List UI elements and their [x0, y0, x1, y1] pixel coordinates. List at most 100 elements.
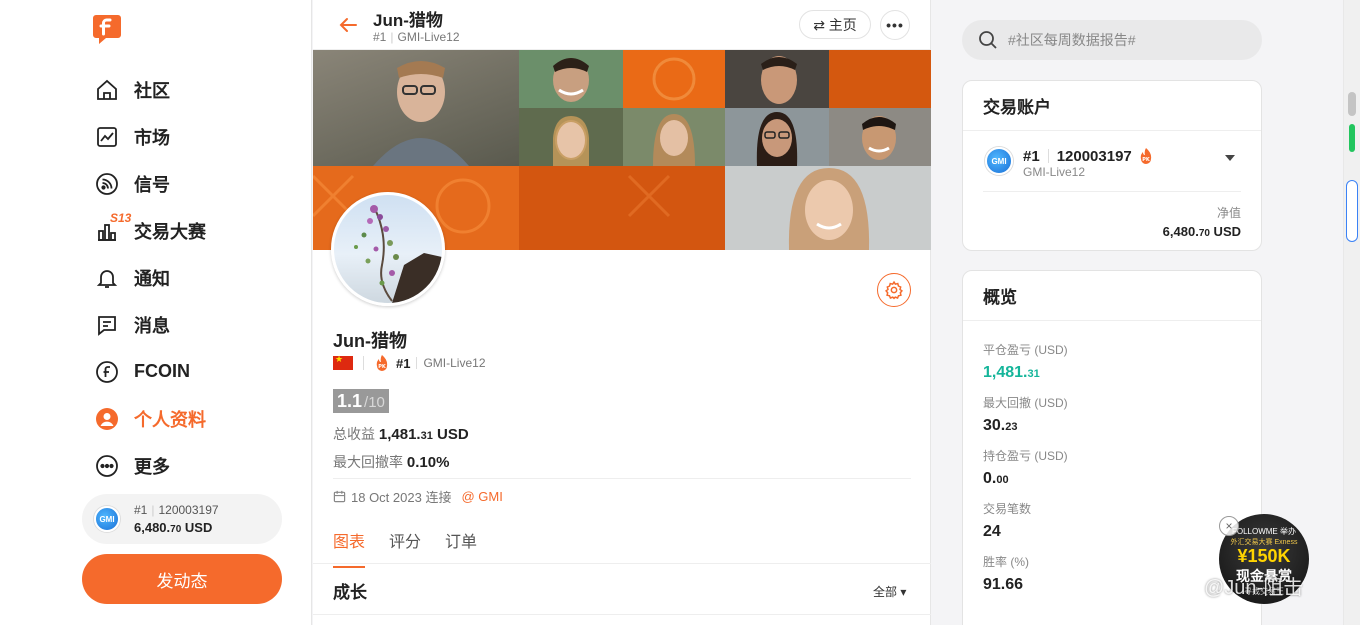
left-sidebar: 社区 市场 信号 S13 交易大赛 通知 消息 FCOIN 个人资料 更多 GM… [0, 0, 312, 625]
page-scrollbar[interactable] [1343, 0, 1360, 625]
gear-icon [885, 280, 903, 300]
account-switcher[interactable]: GMI #1 | 120003197 6,480.70 USD [82, 494, 282, 544]
search-input[interactable] [1008, 32, 1248, 48]
value-decimals: 00 [996, 474, 1009, 486]
account-rank: #1 [134, 503, 148, 517]
broker-logo-icon: GMI [94, 506, 120, 532]
sidebar-item-profile[interactable]: 个人资料 [94, 395, 206, 442]
max-drawdown-label: 最大回撤率 [333, 454, 403, 470]
banner-pattern [519, 166, 725, 250]
sidebar-item-more[interactable]: 更多 [94, 442, 206, 489]
fxchat-logo-icon[interactable] [92, 13, 122, 45]
profile-settings-button[interactable] [877, 273, 911, 307]
profile-username: Jun-猎物 [333, 331, 407, 351]
trade-account-id: 120003197 [1056, 147, 1132, 165]
sidebar-item-label: 市场 [134, 127, 170, 148]
search-icon [979, 31, 997, 49]
joined-date: 18 Oct 2023 连接 [351, 490, 452, 505]
value-main: 24 [983, 523, 1001, 540]
growth-filter-dropdown[interactable]: 全部 ▾ [873, 583, 906, 600]
home-button[interactable]: ⇄ 主页 [799, 10, 871, 39]
sidebar-item-fcoin[interactable]: FCOIN [94, 348, 206, 395]
overview-label: 最大回撤 (USD) [983, 396, 1068, 410]
search-bar[interactable] [962, 20, 1262, 60]
more-icon [94, 453, 120, 479]
user-icon [94, 406, 120, 432]
tab-rating[interactable]: 评分 [389, 528, 421, 568]
scrollbar-thumb[interactable] [1348, 92, 1356, 116]
separator [416, 357, 418, 369]
trade-account-row[interactable]: GMI #1 120003197 PK GMI-Live12 [963, 131, 1261, 191]
value-main: 1,481. [983, 364, 1028, 381]
sidebar-item-signals[interactable]: 信号 [94, 160, 206, 207]
total-profit-stat: 总收益 1,481.31 USD [333, 424, 469, 444]
svg-text:PK: PK [1142, 157, 1151, 163]
pk-flame-icon: PK [374, 354, 390, 372]
growth-section-title: 成长 [333, 583, 367, 602]
more-options-button[interactable]: ••• [880, 10, 910, 40]
scroll-marker [1346, 180, 1358, 242]
tab-chart[interactable]: 图表 [333, 528, 366, 568]
banner-photo [519, 50, 623, 108]
account-id: 120003197 [158, 503, 219, 517]
trade-account-title: 交易账户 [963, 81, 1261, 131]
svg-text:PK: PK [378, 364, 387, 370]
calendar-icon [333, 490, 346, 503]
chart-icon [94, 124, 120, 150]
banner-pattern [623, 50, 725, 108]
account-balance: 6,480.70 USD [134, 520, 219, 535]
sidebar-item-contest[interactable]: S13 交易大赛 [94, 207, 206, 254]
total-profit-main: 1,481. [378, 426, 421, 443]
max-drawdown-stat: 最大回撤率 0.10% [333, 452, 449, 472]
sidebar-item-label: 消息 [134, 315, 170, 336]
overview-value: 0.00 [983, 470, 1261, 488]
divider [333, 478, 911, 479]
max-drawdown-value: 0.10% [406, 454, 450, 471]
profile-avatar[interactable] [331, 192, 445, 306]
tab-orders[interactable]: 订单 [445, 528, 477, 568]
separator: | [151, 503, 155, 517]
divider [983, 191, 1241, 192]
divider [313, 563, 931, 564]
sidebar-item-community[interactable]: 社区 [94, 66, 206, 113]
sidebar-nav: 社区 市场 信号 S13 交易大赛 通知 消息 FCOIN 个人资料 更多 [94, 66, 206, 489]
overview-open-pnl: 持仓盈亏 (USD) 0.00 [963, 447, 1261, 488]
profile-tabs: 图表 评分 订单 [333, 528, 501, 568]
value-decimals: 23 [1005, 421, 1018, 433]
banner-photo [313, 50, 519, 166]
profile-rank: #1 [396, 355, 411, 371]
trade-account-server: GMI-Live12 [1023, 165, 1086, 179]
score-max: /10 [364, 394, 385, 411]
divider [313, 614, 931, 615]
sidebar-item-notifications[interactable]: 通知 [94, 254, 206, 301]
app-root: 社区 市场 信号 S13 交易大赛 通知 消息 FCOIN 个人资料 更多 GM… [0, 0, 1360, 625]
broker-logo-icon: GMI [985, 147, 1013, 175]
close-icon[interactable]: × [1219, 516, 1239, 536]
sidebar-item-market[interactable]: 市场 [94, 113, 206, 160]
header-server: GMI-Live12 [397, 30, 460, 44]
sidebar-item-label: 信号 [134, 174, 170, 195]
net-value: 6,480.70 USD [963, 224, 1261, 239]
trade-account-rank: #1 [1023, 147, 1040, 165]
banner-photo [725, 50, 829, 108]
broker-link[interactable]: @ GMI [461, 489, 502, 504]
trade-account-id-line: #1 120003197 PK [1023, 147, 1154, 165]
page-subtitle: #1 | GMI-Live12 [373, 30, 460, 44]
overview-label: 平仓盈亏 (USD) [983, 343, 1068, 357]
profile-header-bar: Jun-猎物 #1 | GMI-Live12 ⇄ 主页 ••• [313, 0, 930, 50]
sidebar-item-messages[interactable]: 消息 [94, 301, 206, 348]
net-value-label: 净值 [1216, 206, 1241, 220]
chevron-down-icon[interactable] [1225, 155, 1235, 161]
overview-closed-pnl: 平仓盈亏 (USD) 1,481.31 [963, 341, 1261, 382]
trader-score: 1.1/10 [333, 389, 389, 413]
rss-icon [94, 171, 120, 197]
page-title: Jun-猎物 [373, 11, 443, 30]
total-profit-decimals: 31 [420, 430, 433, 442]
back-arrow-icon[interactable] [337, 14, 359, 36]
sidebar-item-label: FCOIN [134, 361, 190, 381]
profile-meta: PK #1 GMI-Live12 [333, 354, 486, 372]
post-button[interactable]: 发动态 [82, 554, 282, 604]
message-icon [94, 312, 120, 338]
header-rank: #1 [373, 30, 387, 44]
account-id-line: #1 | 120003197 [134, 503, 219, 517]
